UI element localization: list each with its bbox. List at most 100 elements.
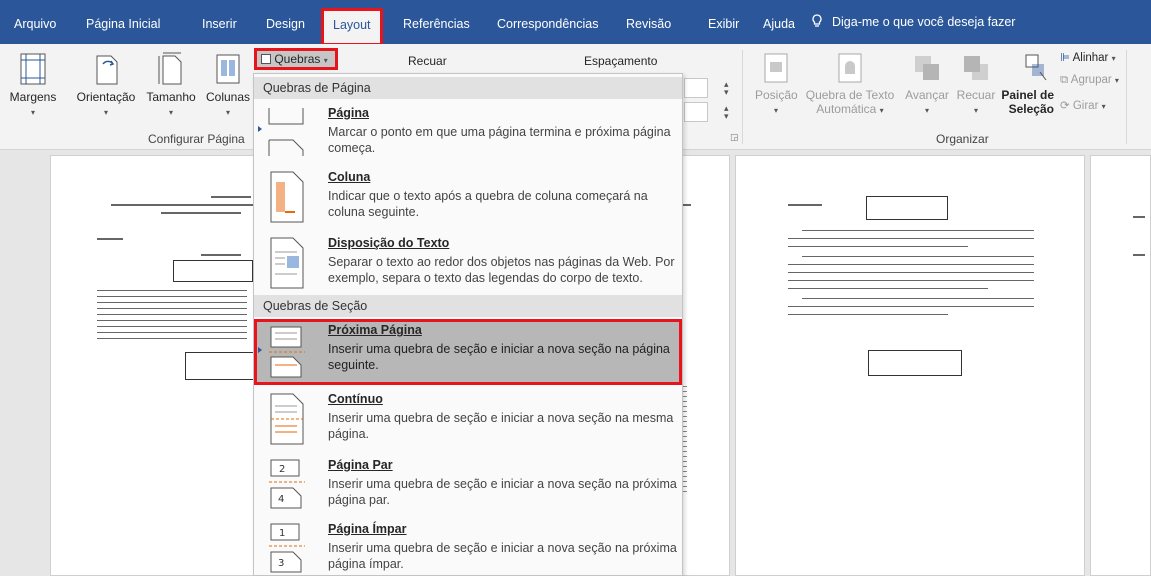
menu-item-title: Página xyxy=(328,106,369,120)
tab-correspondencias[interactable]: Correspondências xyxy=(497,14,598,34)
menu-item-description: Indicar que o texto após a quebra de col… xyxy=(328,189,648,219)
send-backward-icon xyxy=(964,56,988,80)
column-break-icon xyxy=(270,171,304,223)
tab-exibir[interactable]: Exibir xyxy=(708,14,739,34)
svg-text:3: 3 xyxy=(278,558,284,569)
columns-button[interactable]: Colunas ▾ xyxy=(202,52,254,118)
page-1-toc-line xyxy=(97,320,247,321)
lightbulb-icon xyxy=(812,14,822,27)
rotate-icon: ⟳ xyxy=(1060,100,1070,112)
page-1-text-line xyxy=(211,196,251,198)
page-4-text-line xyxy=(1133,216,1145,218)
position-button[interactable]: Posição ▾ xyxy=(755,52,798,116)
menu-item-title: Disposição do Texto xyxy=(328,236,450,250)
group-label: Agrupar xyxy=(1070,74,1112,86)
page-3-text-line xyxy=(788,246,968,247)
page-1-toc-line xyxy=(97,326,247,327)
separator xyxy=(742,50,743,144)
menu-item-title: Contínuo xyxy=(328,392,383,406)
rotate-label: Girar xyxy=(1072,100,1099,112)
tell-me-text: Diga-me o que você deseja fazer xyxy=(832,15,1016,29)
separator xyxy=(1126,50,1127,144)
spacing-after-spinner[interactable] xyxy=(684,102,708,122)
item-marker-icon xyxy=(258,347,262,353)
menu-item-title: Coluna xyxy=(328,170,371,184)
bring-forward-label: Avançar xyxy=(905,88,949,102)
page-3-annotation-box xyxy=(868,350,962,376)
tab-inserir[interactable]: Inserir xyxy=(202,14,237,34)
page-3-text-line xyxy=(788,314,948,315)
bring-forward-button[interactable]: Avançar ▾ xyxy=(900,52,954,116)
menu-item-column-break[interactable]: Coluna Indicar que o texto após a quebra… xyxy=(254,166,682,230)
align-button[interactable]: ⊫ Alinhar ▾ xyxy=(1060,50,1116,64)
size-button[interactable]: Tamanho ▾ xyxy=(142,52,200,118)
orientation-label: Orientação xyxy=(76,90,136,104)
send-backward-button[interactable]: Recuar ▾ xyxy=(956,52,996,116)
page-3-text-line xyxy=(788,264,1034,265)
spinner-arrows-1[interactable]: ▴ ▾ xyxy=(724,80,729,97)
bring-forward-icon xyxy=(915,56,939,80)
orientation-button[interactable]: Orientação ▾ xyxy=(72,52,140,118)
menu-item-next-page[interactable]: Próxima Página Inserir uma quebra de seç… xyxy=(254,319,682,385)
orientation-icon xyxy=(96,55,118,85)
document-page-4[interactable] xyxy=(1090,155,1151,576)
wrap-text-button[interactable]: Quebra de Texto Automática ▾ xyxy=(802,52,898,116)
page-3-text-line xyxy=(788,280,1034,281)
section-breaks-section-header: Quebras de Seção xyxy=(254,295,682,317)
page-1-toc-line xyxy=(97,296,247,297)
page-4-text-line xyxy=(1133,254,1145,256)
position-icon xyxy=(764,53,788,83)
menu-item-even-page[interactable]: 24 Página Par Inserir uma quebra de seçã… xyxy=(254,454,682,516)
item-marker-icon xyxy=(258,126,262,132)
paragraph-launcher-icon[interactable]: ◲ xyxy=(730,132,739,143)
rotate-button[interactable]: ⟳ Girar ▾ xyxy=(1060,98,1106,112)
page-3-text-line xyxy=(788,306,1034,307)
page-1-text-line xyxy=(161,212,241,214)
spacing-before-spinner[interactable] xyxy=(684,78,708,98)
group-button[interactable]: ⧉ Agrupar ▾ xyxy=(1060,74,1119,87)
even-page-section-icon: 24 xyxy=(269,459,305,509)
continuous-section-icon xyxy=(270,393,304,445)
selection-pane-icon xyxy=(1025,54,1047,81)
selection-pane-button[interactable]: Painel de Seleção xyxy=(998,52,1054,116)
tab-layout[interactable]: Layout xyxy=(321,8,383,46)
spinner-arrows-2[interactable]: ▴ ▾ xyxy=(724,104,729,121)
page-1-toc-line xyxy=(97,308,247,309)
page-1-text-line xyxy=(201,254,241,256)
page-break-icon xyxy=(268,108,304,156)
page-3-text-line xyxy=(788,288,988,289)
menu-item-title: Página Ímpar xyxy=(328,522,407,536)
page-3-text-line xyxy=(802,230,1034,231)
tab-pagina-inicial[interactable]: Página Inicial xyxy=(86,14,160,34)
page-1-toc-line xyxy=(97,314,247,315)
columns-icon xyxy=(216,54,240,84)
menu-item-page-break[interactable]: Página Marcar o ponto em que uma página … xyxy=(254,102,682,162)
tab-arquivo[interactable]: Arquivo xyxy=(14,14,56,34)
margins-button[interactable]: Margens ▾ xyxy=(8,52,58,118)
svg-text:2: 2 xyxy=(279,464,285,475)
page-1-text-line xyxy=(97,238,123,240)
breaks-button[interactable]: Quebras ▾ xyxy=(254,48,338,70)
tab-design[interactable]: Design xyxy=(266,14,305,34)
page-1-toc-line xyxy=(97,290,247,291)
tell-me-search[interactable]: Diga-me o que você deseja fazer xyxy=(810,14,1015,29)
tab-referencias[interactable]: Referências xyxy=(403,14,470,34)
menu-item-odd-page[interactable]: 13 Página Ímpar Inserir uma quebra de se… xyxy=(254,518,682,576)
odd-page-section-icon: 13 xyxy=(269,523,305,573)
menu-item-text-wrapping[interactable]: Disposição do Texto Separar o texto ao r… xyxy=(254,232,682,296)
wrap-text-label-1: Quebra de Texto xyxy=(805,88,895,102)
menu-item-continuous[interactable]: Contínuo Inserir uma quebra de seção e i… xyxy=(254,388,682,452)
spacing-label: Espaçamento xyxy=(584,54,658,68)
tab-ajuda[interactable]: Ajuda xyxy=(763,14,795,34)
align-label: Alinhar xyxy=(1072,52,1109,64)
document-page-3[interactable] xyxy=(735,155,1085,576)
breaks-dropdown-menu: Quebras de Página Página Marcar o ponto … xyxy=(253,73,683,576)
position-label: Posição xyxy=(755,88,798,102)
wrap-text-label-2: Automática xyxy=(816,102,877,116)
text-wrapping-icon xyxy=(270,237,304,289)
svg-text:1: 1 xyxy=(279,528,285,539)
menu-item-description: Inserir uma quebra de seção e iniciar a … xyxy=(328,411,674,441)
group-icon: ⧉ xyxy=(1060,74,1069,86)
menu-item-title: Próxima Página xyxy=(328,323,422,337)
tab-revisao[interactable]: Revisão xyxy=(626,14,671,34)
